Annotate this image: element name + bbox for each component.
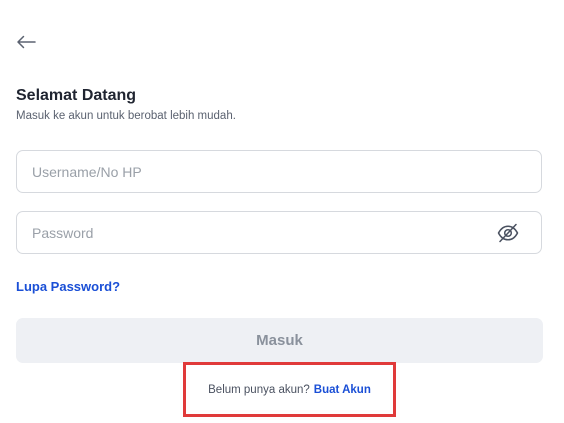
page-title: Selamat Datang bbox=[16, 87, 137, 104]
arrow-left-icon bbox=[17, 35, 36, 49]
password-field[interactable] bbox=[16, 211, 542, 254]
login-button[interactable]: Masuk bbox=[16, 318, 543, 363]
page-subtitle: Masuk ke akun untuk berobat lebih mudah. bbox=[16, 110, 236, 122]
password-input[interactable] bbox=[17, 212, 541, 253]
username-input[interactable] bbox=[17, 151, 541, 192]
back-button[interactable] bbox=[14, 31, 38, 53]
forgot-password-link[interactable]: Lupa Password? bbox=[16, 279, 120, 295]
signup-prompt-text: Belum punya akun? bbox=[208, 383, 310, 396]
signup-prompt-box: Belum punya akun? Buat Akun bbox=[183, 362, 396, 417]
username-field[interactable] bbox=[16, 150, 542, 193]
eye-off-icon bbox=[497, 223, 519, 243]
password-visibility-toggle[interactable] bbox=[497, 223, 519, 243]
login-page: Selamat Datang Masuk ke akun untuk berob… bbox=[0, 0, 564, 423]
create-account-link[interactable]: Buat Akun bbox=[314, 384, 371, 396]
